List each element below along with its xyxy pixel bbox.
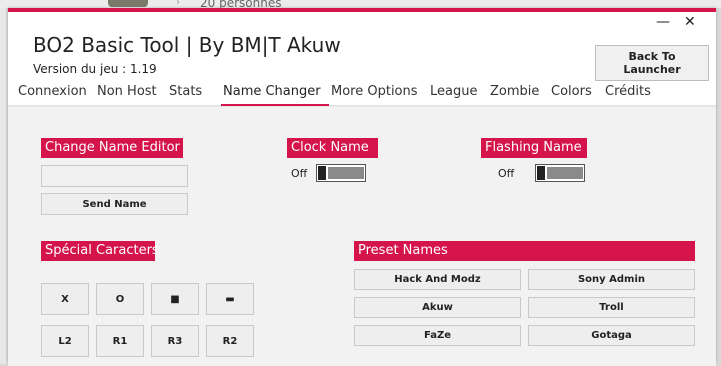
toggle-track <box>547 167 583 179</box>
tab-credits[interactable]: Crédits <box>605 84 651 99</box>
char-l2-button[interactable]: L2 <box>41 325 89 357</box>
toggle-track <box>328 167 364 179</box>
preset-sony-admin-button[interactable]: Sony Admin <box>528 269 695 290</box>
char-bar-button[interactable]: ▬ <box>206 283 254 315</box>
preset-names-header: Preset Names <box>354 241 695 261</box>
background-avatar <box>108 0 148 7</box>
send-name-button[interactable]: Send Name <box>41 193 188 215</box>
flashing-name-state: Off <box>498 167 515 180</box>
chevron-right-icon: › <box>176 0 180 8</box>
app-title: BO2 Basic Tool | By BM|T Akuw <box>33 33 341 57</box>
flashing-name-toggle[interactable] <box>535 164 585 182</box>
tab-zombie[interactable]: Zombie <box>490 84 539 99</box>
minimize-icon[interactable]: — <box>656 15 670 29</box>
char-square-button[interactable]: ■ <box>151 283 199 315</box>
char-r3-button[interactable]: R3 <box>151 325 199 357</box>
tab-name-changer[interactable]: Name Changer <box>223 84 321 99</box>
char-x-button[interactable]: X <box>41 283 89 315</box>
toggle-thumb <box>537 166 545 180</box>
tab-colors[interactable]: Colors <box>551 84 592 99</box>
name-changer-panel: Change Name Editor Send Name Clock Name … <box>8 106 716 366</box>
back-to-launcher-button[interactable]: Back To Launcher <box>595 45 709 81</box>
clock-name-state: Off <box>291 167 308 180</box>
char-r1-button[interactable]: R1 <box>96 325 144 357</box>
preset-faze-button[interactable]: FaZe <box>354 325 521 346</box>
tab-non-host[interactable]: Non Host <box>97 84 157 99</box>
toggle-thumb <box>318 166 326 180</box>
char-r2-button[interactable]: R2 <box>206 325 254 357</box>
clock-name-header: Clock Name <box>287 138 378 158</box>
char-o-button[interactable]: O <box>96 283 144 315</box>
close-icon[interactable]: ✕ <box>684 15 696 29</box>
tab-bar: Connexion Non Host Stats Name Changer Mo… <box>8 80 716 106</box>
app-window: — ✕ BO2 Basic Tool | By BM|T Akuw Versio… <box>8 8 716 366</box>
special-characters-header: Spécial Caracters <box>41 241 159 261</box>
tab-league[interactable]: League <box>430 84 477 99</box>
background-left-strip <box>0 8 6 364</box>
tab-connexion[interactable]: Connexion <box>18 84 87 99</box>
preset-hack-and-modz-button[interactable]: Hack And Modz <box>354 269 521 290</box>
name-input[interactable] <box>41 165 188 187</box>
preset-gotaga-button[interactable]: Gotaga <box>528 325 695 346</box>
preset-troll-button[interactable]: Troll <box>528 297 695 318</box>
game-version: Version du jeu : 1.19 <box>33 62 157 76</box>
tab-stats[interactable]: Stats <box>169 84 202 99</box>
tab-more-options[interactable]: More Options <box>331 84 418 99</box>
clock-name-toggle[interactable] <box>316 164 366 182</box>
flashing-name-header: Flashing Name <box>481 138 587 158</box>
preset-akuw-button[interactable]: Akuw <box>354 297 521 318</box>
change-name-editor-header: Change Name Editor <box>41 138 183 158</box>
